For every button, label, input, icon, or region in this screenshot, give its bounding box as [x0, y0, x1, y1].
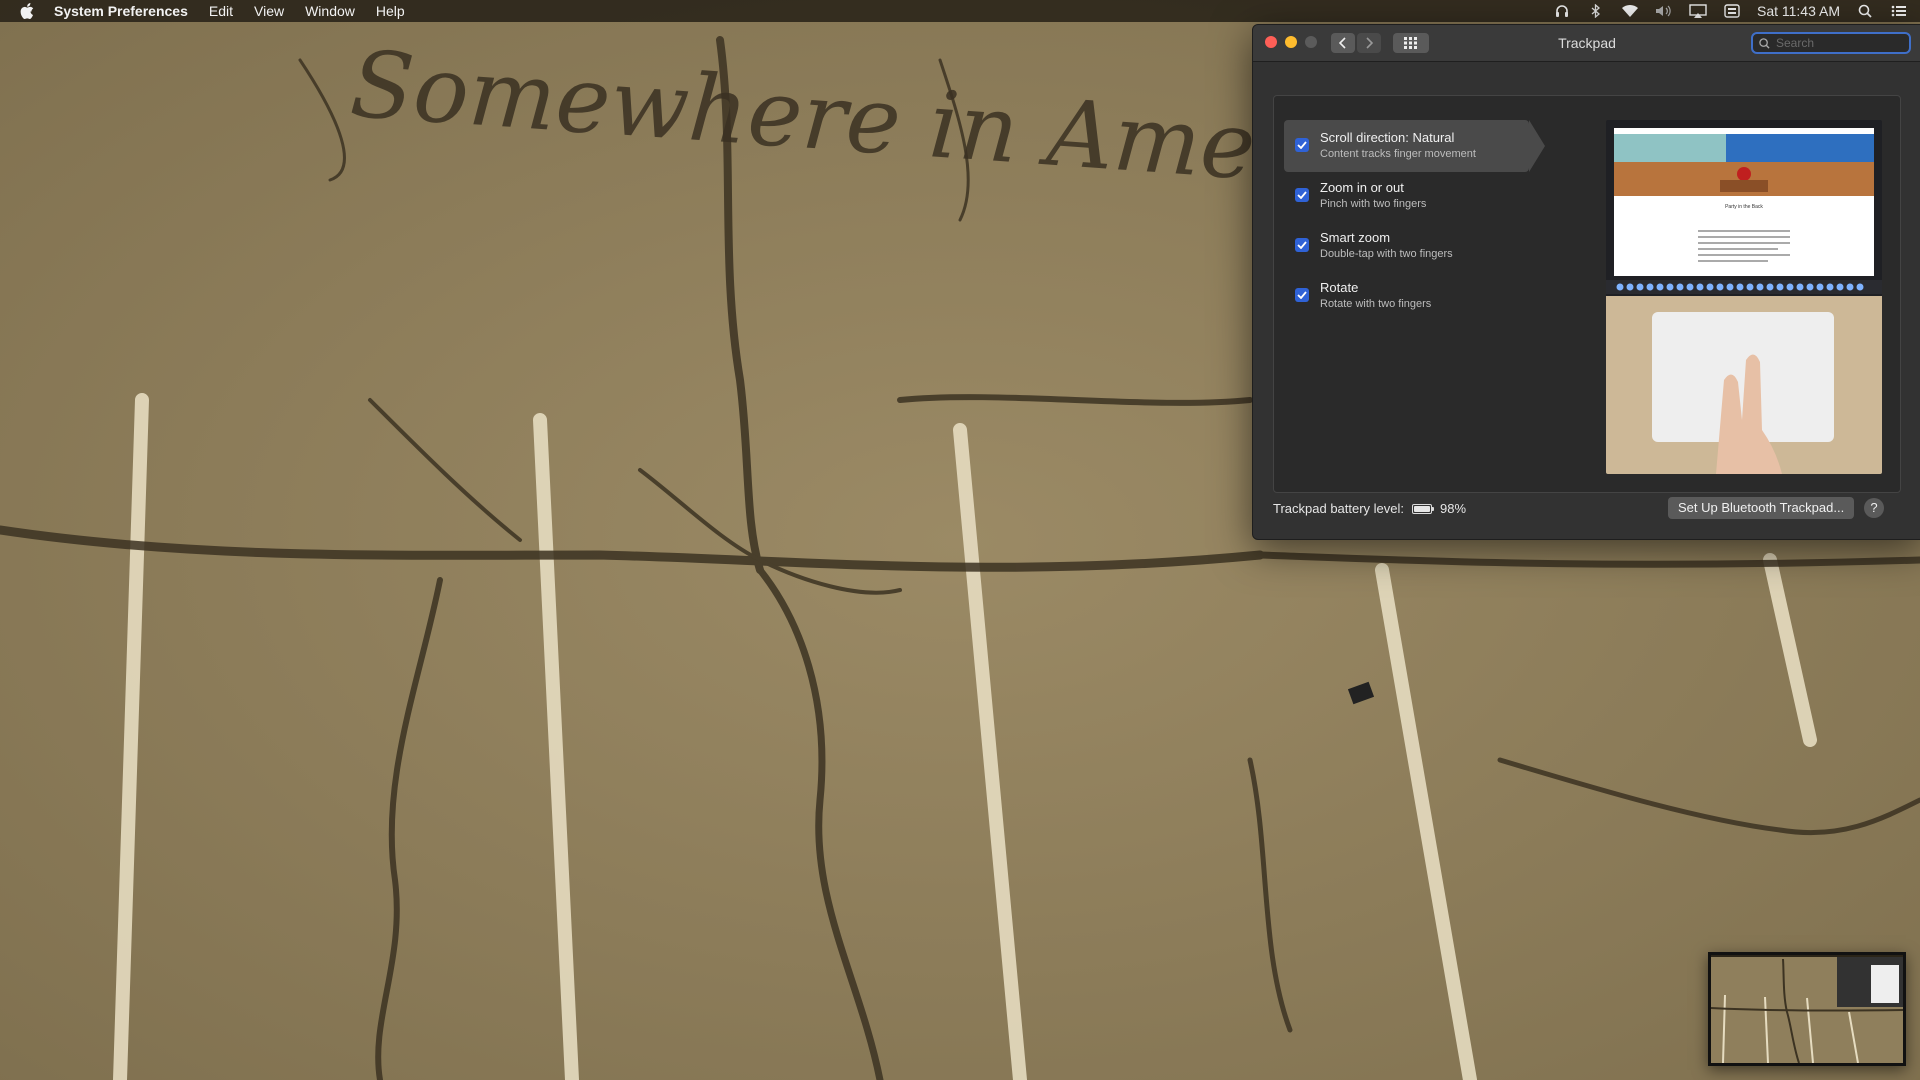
- battery-icon: [1412, 503, 1435, 514]
- option-subtitle: Double-tap with two fingers: [1320, 248, 1453, 260]
- checkmark-icon: [1297, 191, 1307, 199]
- scroll-zoom-panel: Scroll direction: Natural Content tracks…: [1273, 95, 1901, 493]
- battery-status: Trackpad battery level: 98%: [1273, 501, 1466, 516]
- menu-edit[interactable]: Edit: [209, 3, 233, 19]
- gesture-preview: Party in the Back: [1606, 120, 1882, 474]
- screenshot-thumbnail[interactable]: [1708, 952, 1906, 1066]
- option-rotate[interactable]: Rotate Rotate with two fingers: [1284, 270, 1529, 322]
- checkmark-icon: [1297, 291, 1307, 299]
- window-titlebar[interactable]: Trackpad: [1253, 25, 1920, 62]
- wifi-icon[interactable]: [1621, 2, 1639, 20]
- volume-icon[interactable]: [1655, 2, 1673, 20]
- option-title: Smart zoom: [1320, 230, 1391, 245]
- option-title: Zoom in or out: [1320, 180, 1404, 195]
- checkmark-icon: [1297, 141, 1307, 149]
- option-subtitle: Rotate with two fingers: [1320, 298, 1432, 310]
- search-icon: [1759, 37, 1770, 49]
- option-title: Scroll direction: Natural: [1320, 130, 1455, 145]
- menu-window[interactable]: Window: [305, 3, 355, 19]
- menu-bar: System Preferences Edit View Window Help…: [0, 0, 1920, 22]
- preview-page-heading: Party in the Back: [1725, 204, 1763, 210]
- menu-view[interactable]: View: [254, 3, 284, 19]
- option-subtitle: Pinch with two fingers: [1320, 198, 1427, 210]
- apple-logo-icon[interactable]: [20, 3, 36, 19]
- option-subtitle: Content tracks finger movement: [1320, 148, 1476, 160]
- trackpad-preferences-window: Trackpad Scroll direction: Natural Conte…: [1252, 24, 1920, 540]
- option-scroll-direction[interactable]: Scroll direction: Natural Content tracks…: [1284, 120, 1545, 172]
- menu-app-name[interactable]: System Preferences: [54, 3, 188, 19]
- option-title: Rotate: [1320, 280, 1359, 295]
- airplay-icon[interactable]: [1689, 2, 1707, 20]
- notification-center-icon[interactable]: [1890, 2, 1908, 20]
- headphones-icon[interactable]: [1553, 2, 1571, 20]
- battery-fill: [1414, 505, 1430, 512]
- checkmark-icon: [1297, 241, 1307, 249]
- checkbox-zoom-in-out[interactable]: [1295, 188, 1309, 202]
- menu-help[interactable]: Help: [376, 3, 405, 19]
- search-field[interactable]: [1751, 32, 1911, 54]
- setup-bluetooth-trackpad-button[interactable]: Set Up Bluetooth Trackpad...: [1668, 497, 1855, 519]
- option-smart-zoom[interactable]: Smart zoom Double-tap with two fingers: [1284, 220, 1529, 272]
- option-zoom-in-out[interactable]: Zoom in or out Pinch with two fingers: [1284, 170, 1529, 222]
- checkbox-scroll-direction[interactable]: [1295, 138, 1309, 152]
- menubar-clock[interactable]: Sat 11:43 AM: [1757, 3, 1840, 19]
- checkbox-smart-zoom[interactable]: [1295, 238, 1309, 252]
- battery-label: Trackpad battery level:: [1273, 501, 1405, 516]
- bluetooth-icon[interactable]: [1587, 2, 1605, 20]
- help-button[interactable]: ?: [1864, 498, 1884, 518]
- keyboard-input-icon[interactable]: [1723, 2, 1741, 20]
- spotlight-search-icon[interactable]: [1856, 2, 1874, 20]
- search-input[interactable]: [1774, 35, 1898, 51]
- checkbox-rotate[interactable]: [1295, 288, 1309, 302]
- battery-percent: 98%: [1440, 501, 1467, 516]
- thumbnail-preview: [1711, 955, 1903, 1063]
